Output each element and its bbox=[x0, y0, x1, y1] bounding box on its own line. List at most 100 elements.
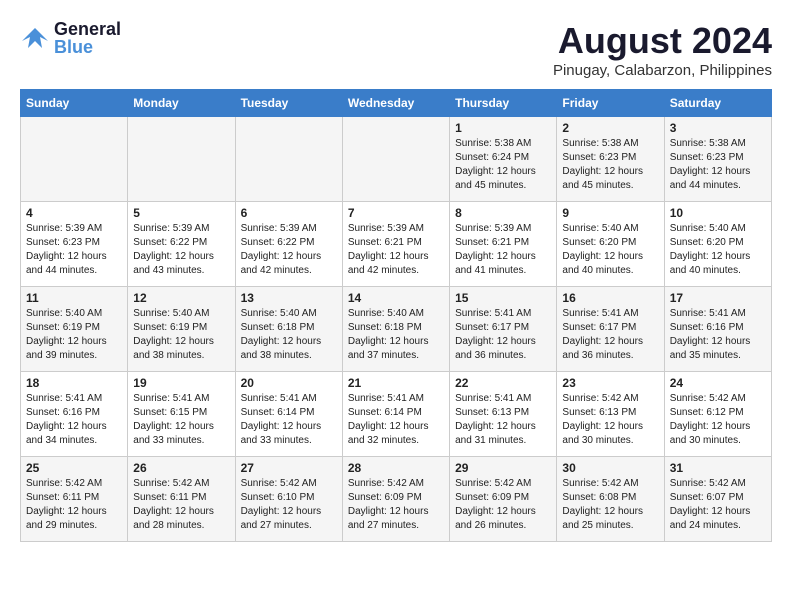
day-info: Sunrise: 5:41 AM Sunset: 6:17 PM Dayligh… bbox=[455, 307, 551, 363]
day-number: 24 bbox=[670, 376, 766, 390]
day-number: 6 bbox=[241, 206, 337, 220]
calendar-cell: 12Sunrise: 5:40 AM Sunset: 6:19 PM Dayli… bbox=[128, 287, 235, 372]
calendar-week-1: 1 Sunrise: 5:38 AM Sunset: 6:24 PM Daylig… bbox=[21, 117, 772, 202]
calendar-cell: 25 Sunrise: 5:42 AM Sunset: 6:11 PM Dayli… bbox=[21, 457, 128, 542]
day-number: 15 bbox=[455, 291, 551, 305]
day-info: Sunrise: 5:39 AM Sunset: 6:22 PM Dayligh… bbox=[133, 222, 229, 278]
calendar-cell: 1 Sunrise: 5:38 AM Sunset: 6:24 PM Daylig… bbox=[450, 117, 557, 202]
calendar-cell: 5 Sunrise: 5:39 AM Sunset: 6:22 PM Daylig… bbox=[128, 202, 235, 287]
day-info: Sunrise: 5:40 AM Sunset: 6:19 PM Dayligh… bbox=[26, 307, 122, 363]
calendar-cell: 13 Sunrise: 5:40 AM Sunset: 6:18 PM Dayli… bbox=[235, 287, 342, 372]
day-info: Sunrise: 5:40 AM Sunset: 6:18 PM Dayligh… bbox=[241, 307, 337, 363]
logo: General Blue bbox=[20, 20, 121, 56]
calendar-cell: 17Sunrise: 5:41 AM Sunset: 6:16 PM Dayli… bbox=[664, 287, 771, 372]
calendar-cell: 9 Sunrise: 5:40 AM Sunset: 6:20 PM Daylig… bbox=[557, 202, 664, 287]
day-info: Sunrise: 5:41 AM Sunset: 6:17 PM Dayligh… bbox=[562, 307, 658, 363]
day-number: 16 bbox=[562, 291, 658, 305]
day-number: 12 bbox=[133, 291, 229, 305]
logo-text: General Blue bbox=[54, 20, 121, 56]
day-info: Sunrise: 5:41 AM Sunset: 6:14 PM Dayligh… bbox=[241, 392, 337, 448]
calendar-cell: 27 Sunrise: 5:42 AM Sunset: 6:10 PM Dayli… bbox=[235, 457, 342, 542]
day-info: Sunrise: 5:39 AM Sunset: 6:23 PM Dayligh… bbox=[26, 222, 122, 278]
day-number: 23 bbox=[562, 376, 658, 390]
weekday-header-sunday: Sunday bbox=[21, 90, 128, 117]
day-info: Sunrise: 5:39 AM Sunset: 6:21 PM Dayligh… bbox=[348, 222, 444, 278]
day-number: 13 bbox=[241, 291, 337, 305]
day-number: 2 bbox=[562, 121, 658, 135]
calendar-cell: 10 Sunrise: 5:40 AM Sunset: 6:20 PM Dayli… bbox=[664, 202, 771, 287]
calendar-cell bbox=[342, 117, 449, 202]
calendar-cell: 29 Sunrise: 5:42 AM Sunset: 6:09 PM Dayli… bbox=[450, 457, 557, 542]
calendar-cell: 14Sunrise: 5:40 AM Sunset: 6:18 PM Dayli… bbox=[342, 287, 449, 372]
calendar-cell: 19 Sunrise: 5:41 AM Sunset: 6:15 PM Dayli… bbox=[128, 372, 235, 457]
calendar-week-4: 18 Sunrise: 5:41 AM Sunset: 6:16 PM Dayli… bbox=[21, 372, 772, 457]
day-number: 18 bbox=[26, 376, 122, 390]
calendar-cell: 4Sunrise: 5:39 AM Sunset: 6:23 PM Daylig… bbox=[21, 202, 128, 287]
calendar-cell: 30 Sunrise: 5:42 AM Sunset: 6:08 PM Dayli… bbox=[557, 457, 664, 542]
day-number: 20 bbox=[241, 376, 337, 390]
calendar-cell: 21Sunrise: 5:41 AM Sunset: 6:14 PM Dayli… bbox=[342, 372, 449, 457]
calendar-cell: 20 Sunrise: 5:41 AM Sunset: 6:14 PM Dayli… bbox=[235, 372, 342, 457]
page-header: General Blue August 2024 Pinugay, Calaba… bbox=[20, 20, 772, 79]
weekday-header-friday: Friday bbox=[557, 90, 664, 117]
calendar-week-3: 11 Sunrise: 5:40 AM Sunset: 6:19 PM Dayli… bbox=[21, 287, 772, 372]
calendar-week-2: 4Sunrise: 5:39 AM Sunset: 6:23 PM Daylig… bbox=[21, 202, 772, 287]
weekday-header-thursday: Thursday bbox=[450, 90, 557, 117]
day-number: 7 bbox=[348, 206, 444, 220]
day-info: Sunrise: 5:42 AM Sunset: 6:12 PM Dayligh… bbox=[670, 392, 766, 448]
weekday-header-monday: Monday bbox=[128, 90, 235, 117]
calendar-table: SundayMondayTuesdayWednesdayThursdayFrid… bbox=[20, 89, 772, 542]
day-info: Sunrise: 5:39 AM Sunset: 6:21 PM Dayligh… bbox=[455, 222, 551, 278]
day-number: 1 bbox=[455, 121, 551, 135]
day-info: Sunrise: 5:40 AM Sunset: 6:18 PM Dayligh… bbox=[348, 307, 444, 363]
day-number: 10 bbox=[670, 206, 766, 220]
day-info: Sunrise: 5:42 AM Sunset: 6:07 PM Dayligh… bbox=[670, 477, 766, 533]
calendar-cell: 8Sunrise: 5:39 AM Sunset: 6:21 PM Daylig… bbox=[450, 202, 557, 287]
day-info: Sunrise: 5:42 AM Sunset: 6:09 PM Dayligh… bbox=[348, 477, 444, 533]
day-info: Sunrise: 5:40 AM Sunset: 6:20 PM Dayligh… bbox=[562, 222, 658, 278]
day-info: Sunrise: 5:41 AM Sunset: 6:15 PM Dayligh… bbox=[133, 392, 229, 448]
day-number: 29 bbox=[455, 461, 551, 475]
calendar-cell: 26 Sunrise: 5:42 AM Sunset: 6:11 PM Dayli… bbox=[128, 457, 235, 542]
calendar-cell: 3Sunrise: 5:38 AM Sunset: 6:23 PM Daylig… bbox=[664, 117, 771, 202]
day-info: Sunrise: 5:42 AM Sunset: 6:09 PM Dayligh… bbox=[455, 477, 551, 533]
day-number: 26 bbox=[133, 461, 229, 475]
day-info: Sunrise: 5:40 AM Sunset: 6:20 PM Dayligh… bbox=[670, 222, 766, 278]
day-info: Sunrise: 5:42 AM Sunset: 6:11 PM Dayligh… bbox=[26, 477, 122, 533]
title-block: August 2024 Pinugay, Calabarzon, Philipp… bbox=[553, 20, 772, 79]
day-info: Sunrise: 5:42 AM Sunset: 6:11 PM Dayligh… bbox=[133, 477, 229, 533]
day-number: 28 bbox=[348, 461, 444, 475]
day-info: Sunrise: 5:38 AM Sunset: 6:24 PM Dayligh… bbox=[455, 137, 551, 193]
month-title: August 2024 bbox=[553, 20, 772, 62]
day-info: Sunrise: 5:41 AM Sunset: 6:16 PM Dayligh… bbox=[26, 392, 122, 448]
weekday-header-row: SundayMondayTuesdayWednesdayThursdayFrid… bbox=[21, 90, 772, 117]
day-number: 30 bbox=[562, 461, 658, 475]
calendar-cell: 6Sunrise: 5:39 AM Sunset: 6:22 PM Daylig… bbox=[235, 202, 342, 287]
calendar-cell: 2Sunrise: 5:38 AM Sunset: 6:23 PM Daylig… bbox=[557, 117, 664, 202]
calendar-cell: 11 Sunrise: 5:40 AM Sunset: 6:19 PM Dayli… bbox=[21, 287, 128, 372]
day-info: Sunrise: 5:41 AM Sunset: 6:16 PM Dayligh… bbox=[670, 307, 766, 363]
calendar-cell: 22Sunrise: 5:41 AM Sunset: 6:13 PM Dayli… bbox=[450, 372, 557, 457]
weekday-header-wednesday: Wednesday bbox=[342, 90, 449, 117]
day-number: 25 bbox=[26, 461, 122, 475]
weekday-header-saturday: Saturday bbox=[664, 90, 771, 117]
day-number: 9 bbox=[562, 206, 658, 220]
day-number: 5 bbox=[133, 206, 229, 220]
day-info: Sunrise: 5:42 AM Sunset: 6:13 PM Dayligh… bbox=[562, 392, 658, 448]
day-info: Sunrise: 5:42 AM Sunset: 6:08 PM Dayligh… bbox=[562, 477, 658, 533]
calendar-cell bbox=[235, 117, 342, 202]
day-number: 31 bbox=[670, 461, 766, 475]
day-info: Sunrise: 5:41 AM Sunset: 6:14 PM Dayligh… bbox=[348, 392, 444, 448]
calendar-cell: 7 Sunrise: 5:39 AM Sunset: 6:21 PM Daylig… bbox=[342, 202, 449, 287]
logo-icon bbox=[20, 23, 50, 53]
day-number: 19 bbox=[133, 376, 229, 390]
calendar-cell: 16 Sunrise: 5:41 AM Sunset: 6:17 PM Dayli… bbox=[557, 287, 664, 372]
calendar-week-5: 25 Sunrise: 5:42 AM Sunset: 6:11 PM Dayli… bbox=[21, 457, 772, 542]
calendar-cell bbox=[128, 117, 235, 202]
calendar-cell: 31 Sunrise: 5:42 AM Sunset: 6:07 PM Dayli… bbox=[664, 457, 771, 542]
day-number: 27 bbox=[241, 461, 337, 475]
day-info: Sunrise: 5:42 AM Sunset: 6:10 PM Dayligh… bbox=[241, 477, 337, 533]
day-info: Sunrise: 5:38 AM Sunset: 6:23 PM Dayligh… bbox=[670, 137, 766, 193]
day-number: 11 bbox=[26, 291, 122, 305]
calendar-cell: 23 Sunrise: 5:42 AM Sunset: 6:13 PM Dayli… bbox=[557, 372, 664, 457]
